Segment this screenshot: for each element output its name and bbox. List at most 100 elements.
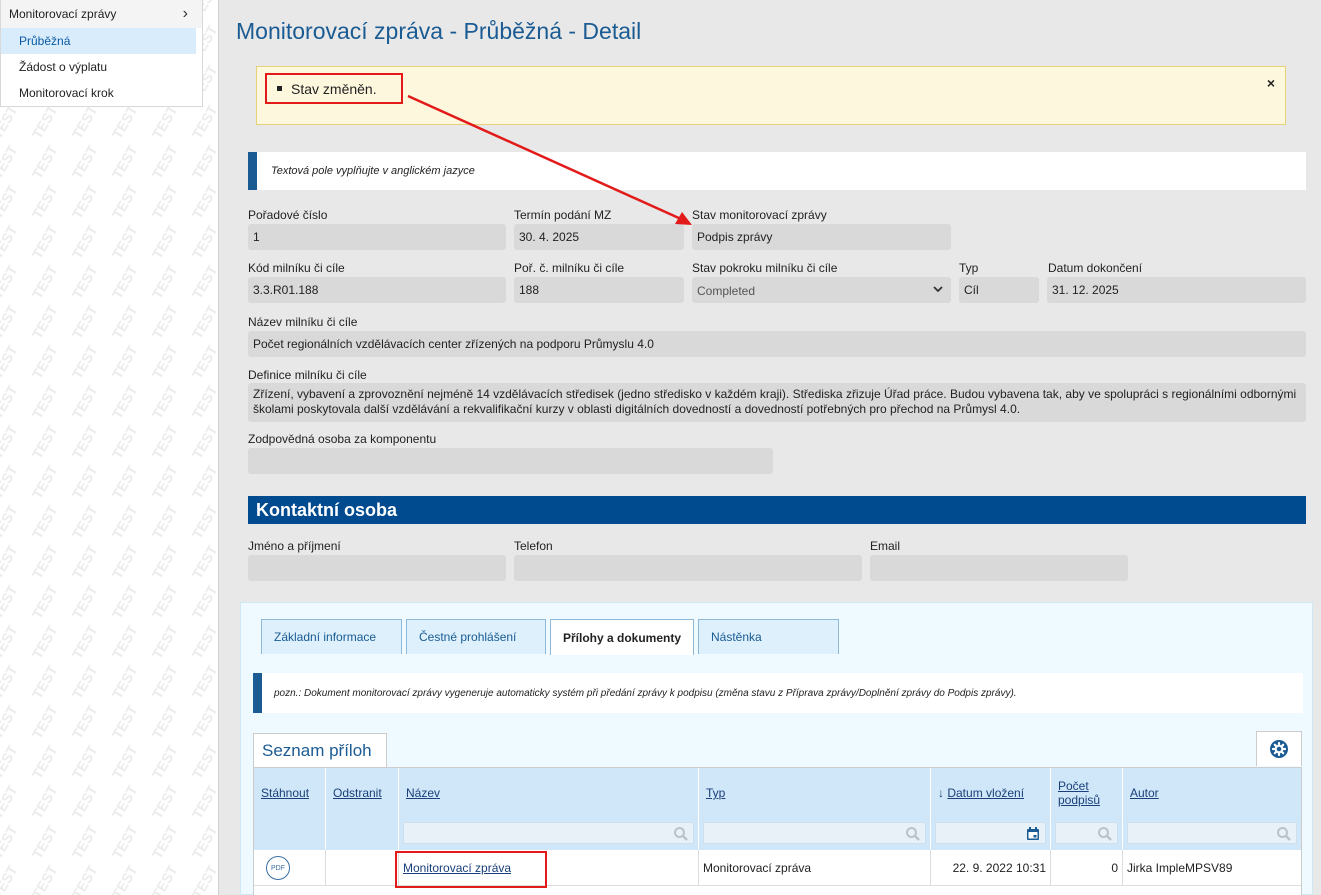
column-autor[interactable]: Autor: [1123, 768, 1301, 850]
gear-icon: [1270, 740, 1288, 758]
grid-settings-button[interactable]: [1256, 731, 1302, 766]
watermark-text: TEST: [0, 222, 21, 261]
poradove-cislo-field: 1: [248, 224, 506, 250]
watermark-text: TEST: [189, 462, 219, 501]
watermark-text: TEST: [189, 102, 219, 141]
label-stav-pokroku: Stav pokroku milníku či cíle: [692, 261, 838, 275]
watermark-text: TEST: [189, 302, 219, 341]
watermark-text: TEST: [109, 582, 141, 621]
watermark-text: TEST: [149, 782, 181, 821]
sidebar-menu-header[interactable]: Monitorovací zprávy ›: [1, 0, 202, 28]
sidebar-menu-header-label: Monitorovací zprávy: [9, 7, 117, 21]
cell-stahnout: PDF: [254, 850, 326, 886]
watermark-text: TEST: [69, 262, 101, 301]
watermark-text: TEST: [69, 622, 101, 661]
watermark-text: TEST: [69, 462, 101, 501]
watermark-text: TEST: [29, 102, 61, 141]
tab-zakladni-informace[interactable]: Základní informace: [261, 619, 402, 654]
watermark-text: TEST: [29, 422, 61, 461]
watermark-text: TEST: [69, 102, 101, 141]
column-datum-vlozeni[interactable]: ↓ Datum vložení: [931, 768, 1051, 850]
column-stahnout-label: Stáhnout: [261, 786, 310, 800]
info-note: Textová pole vyplňujte v anglickém jazyc…: [248, 152, 1306, 190]
watermark-text: TEST: [109, 622, 141, 661]
watermark-text: TEST: [69, 662, 101, 701]
watermark-text: TEST: [189, 182, 219, 221]
column-nazev[interactable]: Název: [399, 768, 699, 850]
watermark-text: TEST: [0, 302, 21, 341]
watermark-text: TEST: [29, 662, 61, 701]
column-typ[interactable]: Typ: [699, 768, 931, 850]
watermark-text: TEST: [149, 542, 181, 581]
watermark-text: TEST: [189, 422, 219, 461]
column-pocet-podpisu[interactable]: Počet podpisů: [1051, 768, 1123, 850]
watermark-text: TEST: [149, 142, 181, 181]
cell-pocet: 0: [1051, 850, 1123, 886]
column-stahnout[interactable]: Stáhnout: [254, 768, 326, 850]
watermark-text: TEST: [29, 542, 61, 581]
watermark-text: TEST: [0, 702, 21, 741]
watermark-text: TEST: [149, 342, 181, 381]
datum-filter-input[interactable]: [935, 822, 1046, 844]
label-definice: Definice milníku či cíle: [248, 368, 367, 382]
watermark-text: TEST: [0, 182, 21, 221]
pdf-download-icon[interactable]: PDF: [266, 856, 290, 880]
cell-typ: Monitorovací zpráva: [699, 850, 931, 886]
watermark-text: TEST: [149, 662, 181, 701]
chevron-down-icon: [933, 286, 943, 293]
search-icon: [674, 827, 688, 841]
note-accent-bar: [253, 673, 262, 713]
watermark-text: TEST: [69, 342, 101, 381]
watermark-text: TEST: [0, 862, 21, 895]
tab-cestne-prohlaseni[interactable]: Čestné prohlášení: [406, 619, 546, 654]
watermark-text: TEST: [0, 782, 21, 821]
watermark-text: TEST: [69, 542, 101, 581]
tab-nastenka[interactable]: Nástěnka: [698, 619, 839, 654]
sidebar-item-zadost-o-vyplatu[interactable]: Žádost o výplatu: [1, 54, 202, 80]
watermark-text: TEST: [109, 182, 141, 221]
typ-field: Cíl: [959, 277, 1039, 303]
watermark-text: TEST: [189, 782, 219, 821]
label-por-c: Poř. č. milníku či cíle: [514, 261, 625, 275]
watermark-text: TEST: [109, 302, 141, 341]
watermark-text: TEST: [69, 382, 101, 421]
watermark-text: TEST: [29, 702, 61, 741]
watermark-text: TEST: [0, 542, 21, 581]
watermark-text: TEST: [29, 582, 61, 621]
watermark-text: TEST: [29, 822, 61, 861]
watermark-text: TEST: [189, 822, 219, 861]
sidebar-menu: Monitorovací zprávy › Průběžná Žádost o …: [0, 0, 203, 107]
nazev-filter-input[interactable]: [403, 822, 694, 844]
autor-filter-input[interactable]: [1127, 822, 1297, 844]
stav-pokroku-select[interactable]: Completed: [692, 277, 951, 303]
watermark-text: TEST: [69, 182, 101, 221]
chevron-right-icon: ›: [182, 5, 188, 22]
cell-odstranit: [326, 850, 399, 886]
test-watermark: TESTTESTTESTTEST TEST TEST TEST TEST TESTTEST…: [0, 0, 219, 895]
pocet-filter-input[interactable]: [1055, 822, 1118, 844]
column-autor-label: Autor: [1130, 786, 1159, 800]
watermark-text: TEST: [69, 422, 101, 461]
sidebar-item-monitorovaci-krok[interactable]: Monitorovací krok: [1, 80, 202, 106]
watermark-text: TEST: [149, 822, 181, 861]
watermark-text: TEST: [109, 742, 141, 781]
sidebar-item-prubezna[interactable]: Průběžná: [1, 28, 196, 54]
status-alert: Stav změněn. ×: [256, 66, 1286, 125]
label-datum-dokonceni: Datum dokončení: [1048, 261, 1143, 275]
watermark-text: TEST: [109, 422, 141, 461]
watermark-text: TEST: [189, 622, 219, 661]
watermark-text: TEST: [0, 742, 21, 781]
cell-autor: Jirka ImpleMPSV89: [1127, 861, 1233, 875]
typ-filter-input[interactable]: [703, 822, 926, 844]
nazev-field: Počet regionálních vzdělávacích center z…: [248, 331, 1306, 357]
watermark-text: TEST: [149, 102, 181, 141]
column-odstranit[interactable]: Odstranit: [326, 768, 399, 850]
por-c-field: 188: [514, 277, 684, 303]
watermark-text: TEST: [29, 302, 61, 341]
column-pocet-podpisu-label: Počet podpisů: [1058, 779, 1101, 807]
close-icon[interactable]: ×: [1267, 75, 1275, 91]
watermark-text: TEST: [29, 222, 61, 261]
tab-prilohy-a-dokumenty[interactable]: Přílohy a dokumenty: [550, 619, 694, 655]
watermark-text: TEST: [149, 422, 181, 461]
column-nazev-label: Název: [406, 786, 441, 800]
